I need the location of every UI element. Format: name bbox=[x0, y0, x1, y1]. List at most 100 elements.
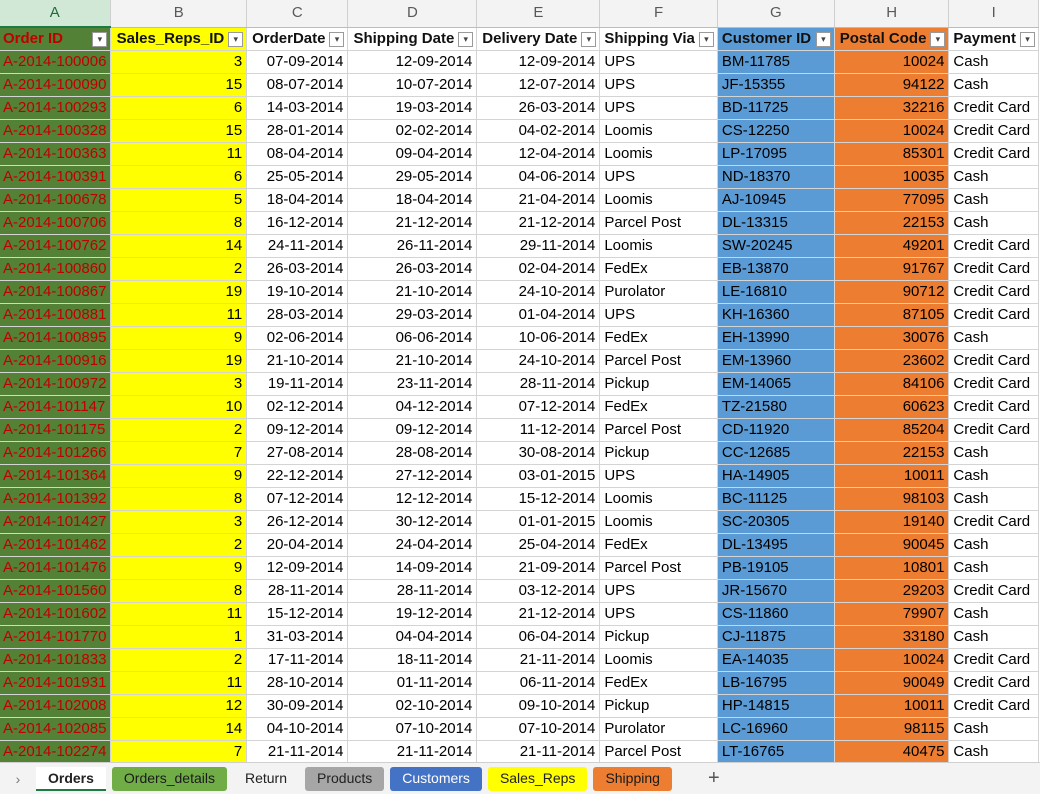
cell[interactable]: 06-06-2014 bbox=[347, 326, 478, 350]
cell[interactable]: 9 bbox=[110, 464, 248, 488]
cell[interactable]: 24-10-2014 bbox=[476, 349, 601, 373]
cell[interactable]: Cash bbox=[948, 464, 1039, 488]
cell[interactable]: 17-11-2014 bbox=[246, 648, 349, 672]
cell[interactable]: 09-12-2014 bbox=[246, 418, 349, 442]
sheet-tab-orders-details[interactable]: Orders_details bbox=[111, 766, 227, 791]
cell[interactable]: FedEx bbox=[599, 257, 718, 281]
cell[interactable]: AJ-10945 bbox=[717, 188, 835, 212]
cell[interactable]: UPS bbox=[599, 579, 718, 603]
header-cell[interactable]: Delivery Date ▾ bbox=[476, 27, 601, 51]
column-header-e[interactable]: E bbox=[476, 0, 601, 28]
cell[interactable]: A-2014-100006 bbox=[0, 50, 112, 74]
cell[interactable]: LC-16960 bbox=[717, 717, 835, 741]
filter-dropdown-icon[interactable]: ▾ bbox=[228, 31, 244, 47]
cell[interactable]: Credit Card bbox=[948, 257, 1039, 281]
sheet-tab-return[interactable]: Return bbox=[233, 767, 299, 791]
cell[interactable]: 18-04-2014 bbox=[246, 188, 349, 212]
cell[interactable]: SW-20245 bbox=[717, 234, 835, 258]
cell[interactable]: BC-11125 bbox=[717, 487, 835, 511]
cell[interactable]: 11-12-2014 bbox=[476, 418, 601, 442]
cell[interactable]: 24-11-2014 bbox=[246, 234, 349, 258]
cell[interactable]: 3 bbox=[110, 50, 248, 74]
cell[interactable]: SC-20305 bbox=[717, 510, 835, 534]
cell[interactable]: 10024 bbox=[834, 119, 950, 143]
cell[interactable]: JF-15355 bbox=[717, 73, 835, 97]
column-header-c[interactable]: C bbox=[246, 0, 349, 28]
cell[interactable]: 22-12-2014 bbox=[246, 464, 349, 488]
cell[interactable]: 09-04-2014 bbox=[347, 142, 478, 166]
cell[interactable]: 21-11-2014 bbox=[476, 740, 601, 762]
cell[interactable]: 21-10-2014 bbox=[347, 349, 478, 373]
cell[interactable]: ND-18370 bbox=[717, 165, 835, 189]
cell[interactable]: A-2014-101175 bbox=[0, 418, 112, 442]
cell[interactable]: 19-12-2014 bbox=[347, 602, 478, 626]
cell[interactable]: 21-12-2014 bbox=[347, 211, 478, 235]
cell[interactable]: 12-04-2014 bbox=[476, 142, 601, 166]
cell[interactable]: 19-03-2014 bbox=[347, 96, 478, 120]
cell[interactable]: Loomis bbox=[599, 142, 718, 166]
cell[interactable]: A-2014-101770 bbox=[0, 625, 112, 649]
cell[interactable]: Loomis bbox=[599, 119, 718, 143]
cell[interactable]: 08-04-2014 bbox=[246, 142, 349, 166]
cell[interactable]: 15 bbox=[110, 73, 248, 97]
cell[interactable]: Cash bbox=[948, 50, 1039, 74]
cell[interactable]: 10-07-2014 bbox=[347, 73, 478, 97]
cell[interactable]: 07-12-2014 bbox=[476, 395, 601, 419]
cell[interactable]: 01-04-2014 bbox=[476, 303, 601, 327]
cell[interactable]: CC-12685 bbox=[717, 441, 835, 465]
cell[interactable]: 07-10-2014 bbox=[347, 717, 478, 741]
cell[interactable]: 04-02-2014 bbox=[476, 119, 601, 143]
cell[interactable]: 21-12-2014 bbox=[476, 602, 601, 626]
cell[interactable]: BM-11785 bbox=[717, 50, 835, 74]
cell[interactable]: Parcel Post bbox=[599, 418, 718, 442]
cell[interactable]: A-2014-101602 bbox=[0, 602, 112, 626]
filter-dropdown-icon[interactable]: ▾ bbox=[92, 32, 108, 47]
cell[interactable]: 3 bbox=[110, 510, 248, 534]
cell[interactable]: Credit Card bbox=[948, 579, 1039, 603]
header-cell[interactable]: Shipping Date ▾ bbox=[347, 27, 478, 51]
cell[interactable]: A-2014-102274 bbox=[0, 740, 112, 762]
cell[interactable]: LB-16795 bbox=[717, 671, 835, 695]
cell[interactable]: A-2014-101476 bbox=[0, 556, 112, 580]
cell[interactable]: A-2014-102085 bbox=[0, 717, 112, 741]
cell[interactable]: 2 bbox=[110, 418, 248, 442]
cell[interactable]: A-2014-100867 bbox=[0, 280, 112, 304]
cell[interactable]: 04-12-2014 bbox=[347, 395, 478, 419]
header-cell[interactable]: Postal Code ▾ bbox=[834, 27, 950, 51]
sheet-tab-shipping[interactable]: Shipping bbox=[593, 766, 672, 791]
cell[interactable]: 91767 bbox=[834, 257, 950, 281]
cell[interactable]: UPS bbox=[599, 73, 718, 97]
column-header-a[interactable]: A bbox=[0, 0, 112, 28]
cell[interactable]: 23602 bbox=[834, 349, 950, 373]
cell[interactable]: A-2014-100706 bbox=[0, 211, 112, 235]
cell[interactable]: 11 bbox=[110, 142, 248, 166]
filter-dropdown-icon[interactable]: ▾ bbox=[329, 31, 345, 47]
cell[interactable]: Credit Card bbox=[948, 395, 1039, 419]
cell[interactable]: 94122 bbox=[834, 73, 950, 97]
cell[interactable]: 07-09-2014 bbox=[246, 50, 349, 74]
cell[interactable]: Cash bbox=[948, 326, 1039, 350]
cell[interactable]: 28-11-2014 bbox=[347, 579, 478, 603]
cell[interactable]: 60623 bbox=[834, 395, 950, 419]
cell[interactable]: Pickup bbox=[599, 694, 718, 718]
cell[interactable]: 5 bbox=[110, 188, 248, 212]
filter-dropdown-icon[interactable]: ▾ bbox=[930, 31, 946, 47]
cell[interactable]: 7 bbox=[110, 441, 248, 465]
cell[interactable]: Credit Card bbox=[948, 142, 1039, 166]
cell[interactable]: Credit Card bbox=[948, 671, 1039, 695]
cell[interactable]: Parcel Post bbox=[599, 211, 718, 235]
cell[interactable]: 02-04-2014 bbox=[476, 257, 601, 281]
cell[interactable]: Cash bbox=[948, 165, 1039, 189]
cell[interactable]: 85204 bbox=[834, 418, 950, 442]
cell[interactable]: 27-12-2014 bbox=[347, 464, 478, 488]
cell[interactable]: 2 bbox=[110, 648, 248, 672]
cell[interactable]: HP-14815 bbox=[717, 694, 835, 718]
cell[interactable]: Credit Card bbox=[948, 234, 1039, 258]
cell[interactable]: 11 bbox=[110, 671, 248, 695]
cell[interactable]: A-2014-101560 bbox=[0, 579, 112, 603]
cell[interactable]: Loomis bbox=[599, 487, 718, 511]
cell[interactable]: 90712 bbox=[834, 280, 950, 304]
cell[interactable]: A-2014-100972 bbox=[0, 372, 112, 396]
cell[interactable]: 1 bbox=[110, 625, 248, 649]
cell[interactable]: 03-01-2015 bbox=[476, 464, 601, 488]
